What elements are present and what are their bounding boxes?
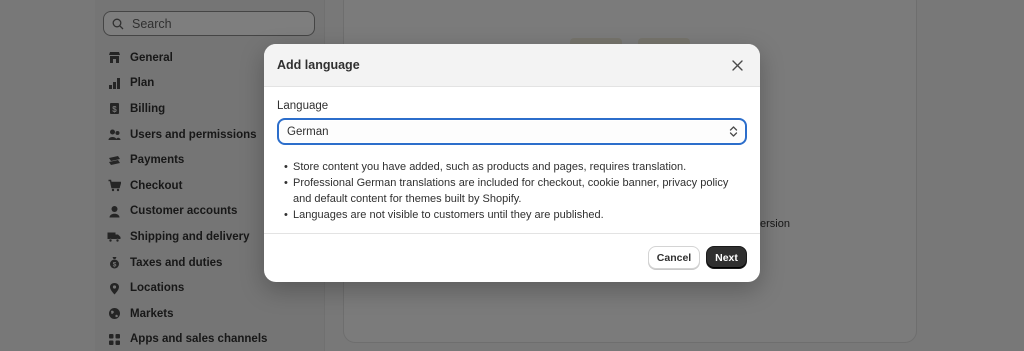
language-select-value: German (287, 125, 329, 138)
language-notes-list: Store content you have added, such as pr… (277, 159, 747, 223)
language-select[interactable]: German (277, 118, 747, 145)
dialog-header: Add language (264, 44, 760, 87)
list-item: Professional German translations are inc… (284, 175, 747, 207)
close-icon (731, 59, 743, 71)
list-item: Store content you have added, such as pr… (284, 159, 747, 175)
list-item: Languages are not visible to customers u… (284, 207, 747, 223)
dialog-title: Add language (277, 58, 360, 72)
add-language-dialog: Add language Language German Store conte… (264, 44, 760, 282)
close-button[interactable] (727, 55, 747, 75)
next-button[interactable]: Next (706, 246, 747, 269)
select-chevron-icon (729, 125, 738, 138)
dialog-body: Language German Store content you have a… (264, 87, 760, 234)
language-field-label: Language (277, 100, 329, 112)
dialog-footer: Cancel Next (264, 234, 760, 281)
cancel-button[interactable]: Cancel (648, 246, 700, 269)
